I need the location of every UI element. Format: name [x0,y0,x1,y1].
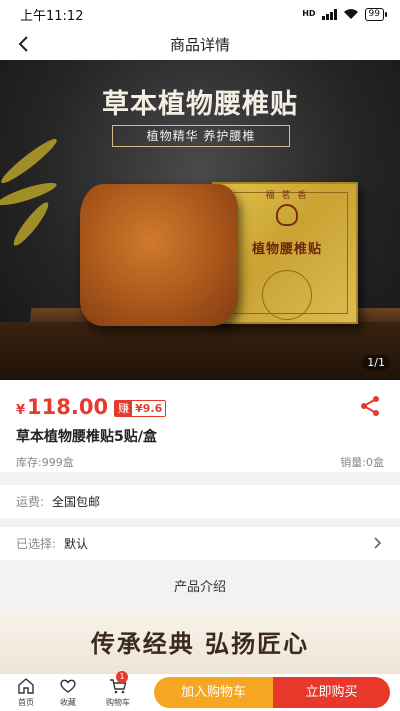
detail-image: 传承经典 弘扬匠心 [0,612,400,682]
bottom-action-bar: 首页 收藏 1 购物车 加入购物车 立即购买 [0,671,400,711]
chevron-left-icon [18,36,28,52]
battery-indicator: 99 [364,7,388,21]
home-icon [18,678,34,694]
share-button[interactable] [358,394,382,418]
lotus-icon [276,204,298,226]
image-headline: 草本植物腰椎贴 [102,89,298,120]
chevron-right-icon [374,537,382,549]
wifi-icon [343,9,358,19]
shipping-row: 运费: 全国包邮 [0,485,400,518]
product-name: 草本植物腰椎贴5贴/盒 [16,429,157,445]
leaf-decoration [0,134,61,188]
tab-favorite[interactable]: 收藏 [48,677,88,711]
sales-count: 销量:0盒 [340,456,384,469]
status-time: 上午11:12 [20,8,84,24]
shipping-label: 运费: [16,495,45,509]
tab-cart-label: 购物车 [106,698,130,707]
product-info: ¥ 118.00 赚 ¥9.6 草本植物腰椎贴5贴/盒 库存:999盒 销量:0… [0,380,400,472]
spec-select-row[interactable]: 已选择: 默认 [0,527,400,560]
tab-home-label: 首页 [18,698,34,707]
page-title: 商品详情 [169,35,230,54]
lumbar-patch [80,184,238,326]
earn-value: ¥9.6 [135,402,163,415]
leaf-decoration [0,178,59,210]
stock-count: 库存:999盒 [16,456,74,469]
product-price: 118.00 [27,395,109,419]
currency-symbol: ¥ [16,403,26,418]
detail-banner-text: 传承经典 弘扬匠心 [90,629,310,658]
cart-count-badge: 1 [116,671,128,683]
shipping-value: 全国包邮 [52,495,101,509]
image-subline: 植物精华 养护腰椎 [112,125,290,147]
buy-now-button[interactable]: 立即购买 [273,677,390,708]
add-to-cart-button[interactable]: 加入购物车 [154,677,273,708]
box-seal [262,270,312,320]
product-image-carousel[interactable]: 草本植物腰椎贴 植物精华 养护腰椎 福 茗 香 植物腰椎贴 1/1 [0,60,400,380]
signal-icon [321,8,337,20]
back-button[interactable] [12,32,36,56]
share-icon [361,396,379,416]
nav-bar: 商品详情 [0,28,400,60]
tab-favorite-label: 收藏 [60,698,76,707]
earn-badge: 赚 ¥9.6 [114,400,167,417]
earn-tag: 赚 [115,401,133,416]
section-title: 产品介绍 [0,568,400,608]
spec-label: 已选择: [16,537,57,551]
status-bar: 上午11:12 HD 99 [0,0,400,28]
tab-cart[interactable]: 1 购物车 [98,671,138,711]
status-icons: HD 99 [302,7,388,21]
spec-value: 默认 [64,537,89,551]
network-type: HD [302,9,316,18]
leaf-decoration [9,199,53,249]
heart-icon [60,679,76,693]
tab-home[interactable]: 首页 [6,677,46,711]
wood-plank [0,322,400,380]
price-row: ¥ 118.00 赚 ¥9.6 [16,395,167,419]
image-pager: 1/1 [362,355,390,370]
